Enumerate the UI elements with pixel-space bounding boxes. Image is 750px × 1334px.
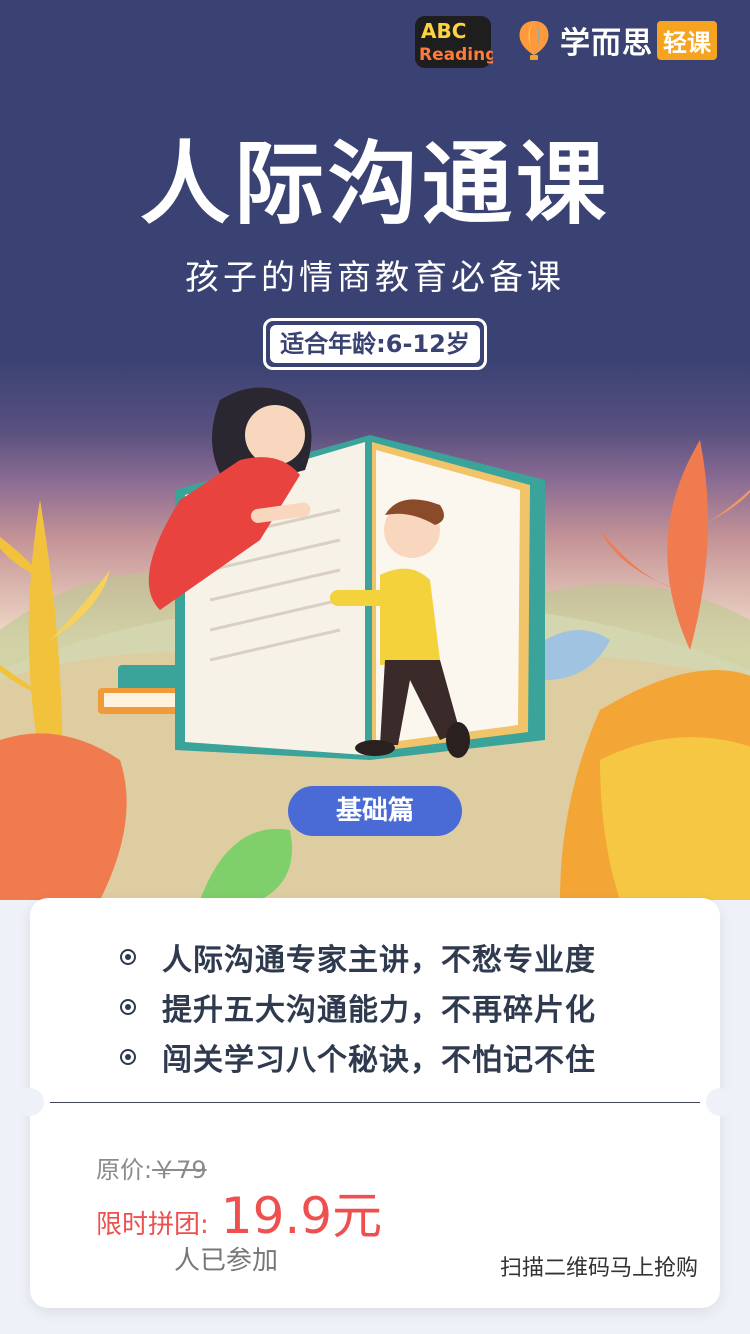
abc-logo-top: ABC xyxy=(421,19,466,43)
card-notch-right xyxy=(706,1088,734,1116)
feature-item: 人际沟通专家主讲，不愁专业度 xyxy=(120,932,596,982)
age-badge: 适合年龄:6-12岁 xyxy=(263,318,487,370)
brand-name: 学而思 xyxy=(560,26,653,61)
feature-text: 闯关学习八个秘诀，不怕记不住 xyxy=(162,1043,596,1078)
feature-item: 闯关学习八个秘诀，不怕记不住 xyxy=(120,1032,596,1082)
radio-bullet-icon xyxy=(120,999,136,1015)
abc-logo-bottom: Reading xyxy=(419,45,493,65)
group-buy-price: 限时拼团: 19.9元 xyxy=(96,1176,382,1248)
course-subtitle: 孩子的情商教育必备课 xyxy=(185,258,565,298)
group-buy-value: 19.9元 xyxy=(220,1187,383,1245)
card-notch-left xyxy=(16,1088,44,1116)
group-buy-label: 限时拼团: xyxy=(96,1210,209,1240)
abc-reading-logo: ABC Reading xyxy=(415,16,493,68)
card-divider xyxy=(50,1102,700,1103)
radio-bullet-icon xyxy=(120,949,136,965)
balloon-icon xyxy=(519,21,549,60)
level-button[interactable]: 基础篇 xyxy=(288,786,462,836)
brand-logo: 学而思 轻课 xyxy=(516,18,717,62)
hero-section: ABC Reading 学而思 轻课 人际沟通课 孩子的情商教育必备课 适合年龄… xyxy=(0,0,750,900)
feature-item: 提升五大沟通能力，不再碎片化 xyxy=(120,982,596,1032)
age-badge-label: 适合年龄:6-12岁 xyxy=(270,325,480,363)
joined-count-text: 人已参加 xyxy=(174,1246,279,1276)
feature-text: 人际沟通专家主讲，不愁专业度 xyxy=(162,943,596,978)
radio-bullet-icon xyxy=(120,1049,136,1065)
scan-qr-prompt: 扫描二维码马上抢购 xyxy=(499,1256,698,1281)
course-title: 人际沟通课 xyxy=(140,132,610,237)
leaf-big-red-left xyxy=(0,733,127,900)
course-info-card: 人际沟通专家主讲，不愁专业度 提升五大沟通能力，不再碎片化 闯关学习八个秘诀，不… xyxy=(16,898,734,1308)
brand-tag: 轻课 xyxy=(657,20,717,60)
feature-text: 提升五大沟通能力，不再碎片化 xyxy=(162,993,596,1028)
leaf-big-yellow-right xyxy=(600,737,750,900)
feature-list: 人际沟通专家主讲，不愁专业度 提升五大沟通能力，不再碎片化 闯关学习八个秘诀，不… xyxy=(120,932,596,1082)
poster-page: ABC Reading 学而思 轻课 人际沟通课 孩子的情商教育必备课 适合年龄… xyxy=(0,0,750,1334)
